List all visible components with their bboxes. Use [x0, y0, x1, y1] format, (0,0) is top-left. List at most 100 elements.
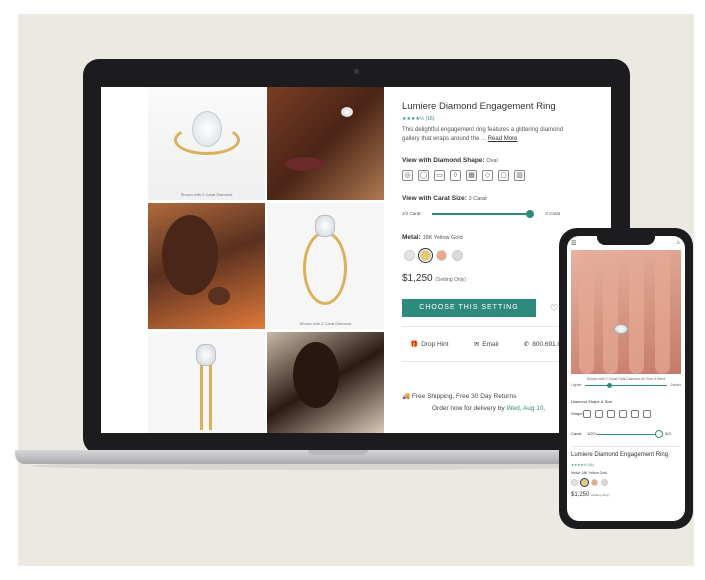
- carat-max-label: 3Ct: [665, 431, 672, 436]
- carat-label: Carat:: [571, 431, 582, 436]
- product-photo-grid: Shown with 2 Carat Diamond Shown with 2 …: [148, 87, 386, 433]
- slider-handle[interactable]: [607, 383, 612, 388]
- rating-stars[interactable]: ★★★★½ (16): [571, 463, 594, 467]
- white-gold-swatch[interactable]: [571, 479, 578, 486]
- photo-ring-profile[interactable]: [148, 332, 265, 433]
- product-title: Lumiere Diamond Engagement Ring: [571, 452, 669, 458]
- carat-handle[interactable]: [655, 430, 663, 438]
- round-icon[interactable]: [583, 410, 591, 418]
- emerald-icon[interactable]: [607, 410, 615, 418]
- photo-caption: Shown with 2 Carat Diamond: [180, 192, 233, 197]
- platinum-swatch[interactable]: [452, 250, 463, 261]
- lips: [285, 157, 325, 171]
- contact-actions: 🎁 Drop Hint ✉ Email ✆ 800.691.0952: [402, 326, 580, 362]
- laptop-notch: [308, 450, 368, 455]
- price-value: $1,250: [402, 273, 433, 284]
- laptop-screen: Shown with 2 Carat Diamond Shown with 2 …: [101, 87, 611, 433]
- pear-icon[interactable]: ◊: [450, 170, 461, 181]
- cushion-icon[interactable]: [643, 410, 651, 418]
- diamond-stone: [196, 344, 216, 366]
- carat-min-label: 1/2Ct: [587, 431, 597, 436]
- rose-gold-swatch[interactable]: [591, 479, 598, 486]
- description-text: This delightful engagement ring features…: [402, 127, 564, 142]
- carat-slider[interactable]: 1/2 Carat 3 Carat: [402, 210, 560, 218]
- yellow-gold-swatch[interactable]: [418, 248, 433, 263]
- carat-slider-handle[interactable]: [526, 210, 534, 218]
- oval-icon[interactable]: [595, 410, 603, 418]
- photo-caption: Shown with 2 Carat Oval Diamond on Size …: [586, 377, 666, 381]
- email-button[interactable]: ✉ Email: [473, 340, 499, 349]
- radiant-icon[interactable]: ▥: [514, 170, 525, 181]
- price-note: (Setting Only): [591, 493, 610, 497]
- phone-screen: ☰ ⌂ Shown with 2 Carat Oval Diamond on S…: [567, 236, 685, 521]
- product-description: This delightful engagement ring features…: [402, 126, 577, 144]
- metal-value: 18K Yellow Gold: [422, 235, 463, 241]
- ring-on-finger: [614, 324, 628, 334]
- pear-icon[interactable]: [619, 410, 627, 418]
- photo-caption: Shown with 2 Carat Diamond: [299, 321, 352, 326]
- finger: [629, 250, 644, 374]
- drop-hint-button[interactable]: 🎁 Drop Hint: [410, 340, 449, 349]
- product-title: Lumiere Diamond Engagement Ring: [402, 101, 556, 112]
- price-value: $1,250: [571, 492, 590, 498]
- delivery-prefix: Order now for delivery by: [432, 405, 505, 412]
- cart-icon[interactable]: ⌂: [676, 240, 680, 246]
- carat-label: View with Carat Size: 2 Carat: [402, 195, 487, 202]
- metal-selector: [571, 478, 608, 487]
- oval-diamond: [192, 111, 222, 147]
- truck-icon: 🚚: [402, 393, 411, 400]
- divider: [571, 446, 681, 447]
- shipping-text: Free Shipping, Free 30 Day Returns: [411, 393, 517, 400]
- oval-icon[interactable]: ◯: [418, 170, 429, 181]
- cushion-icon[interactable]: ▢: [498, 170, 509, 181]
- emerald-icon[interactable]: ▭: [434, 170, 445, 181]
- carat-max-label: 3 Carat: [545, 211, 560, 216]
- metal-label-text: Metal:: [402, 234, 421, 241]
- shape-label: Shape:: [571, 411, 584, 416]
- diamond-stone: [315, 215, 335, 237]
- webcam: [354, 69, 359, 74]
- delivery-date[interactable]: Wed, Aug 10,: [506, 405, 545, 412]
- marquise-icon[interactable]: ◇: [482, 170, 493, 181]
- finger: [579, 250, 594, 374]
- metal-selector: [404, 248, 463, 263]
- yellow-gold-swatch[interactable]: [580, 478, 589, 487]
- slider-track[interactable]: [585, 385, 667, 386]
- metal-label: Metal: 18K Yellow Gold: [402, 234, 463, 241]
- round-icon[interactable]: ◎: [402, 170, 413, 181]
- rating-stars[interactable]: ★★★★½ (16): [402, 116, 434, 122]
- princess-icon[interactable]: ▦: [466, 170, 477, 181]
- shipping-info: 🚚 Free Shipping, Free 30 Day Returns: [402, 392, 516, 400]
- rose-gold-swatch[interactable]: [436, 250, 447, 261]
- carat-track[interactable]: [432, 213, 532, 215]
- email-label: Email: [482, 340, 499, 348]
- section-label: Diamond Shape & Size: [571, 399, 613, 404]
- diamond-shape-selector: ◎ ◯ ▭ ◊ ▦ ◇ ▢ ▥: [402, 170, 525, 181]
- heart-icon[interactable]: ♡: [550, 303, 558, 314]
- price: $1,250 (Setting Only): [571, 492, 609, 498]
- model-face: [293, 342, 339, 408]
- carat-track[interactable]: [597, 434, 659, 435]
- skin-tone-slider[interactable]: Lighter Darker: [571, 383, 681, 389]
- email-icon: ✉: [473, 341, 480, 348]
- read-more-link[interactable]: Read More: [488, 136, 518, 142]
- price-note: (Setting Only): [435, 277, 466, 283]
- hand-photo[interactable]: [571, 250, 681, 374]
- shape-value: Oval: [486, 158, 498, 164]
- photo-model-hands[interactable]: [267, 332, 384, 433]
- laptop-base: [15, 450, 635, 464]
- delivery-info: Order now for delivery by Wed, Aug 10,: [432, 405, 545, 412]
- choose-setting-button[interactable]: CHOOSE THIS SETTING: [402, 299, 536, 317]
- darker-label: Darker: [670, 383, 681, 387]
- shape-selector: [583, 410, 651, 418]
- platinum-swatch[interactable]: [601, 479, 608, 486]
- carat-min-label: 1/2 Carat: [402, 211, 421, 216]
- photo-model-closeup[interactable]: [267, 87, 384, 200]
- photo-model-portrait[interactable]: [148, 203, 265, 329]
- menu-icon[interactable]: ☰: [571, 240, 576, 247]
- photo-ring-top-view[interactable]: Shown with 2 Carat Diamond: [148, 87, 265, 200]
- white-gold-swatch[interactable]: [404, 250, 415, 261]
- princess-icon[interactable]: [631, 410, 639, 418]
- drop-hint-label: Drop Hint: [421, 340, 449, 348]
- photo-ring-side-view[interactable]: Shown with 2 Carat Diamond: [267, 203, 384, 329]
